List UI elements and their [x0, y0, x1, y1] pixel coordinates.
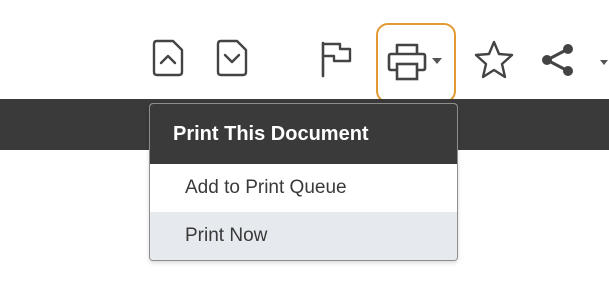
print-dropdown-menu: Print This Document Add to Print Queue P…	[149, 103, 458, 261]
menu-item-add-to-print-queue[interactable]: Add to Print Queue	[150, 164, 457, 212]
next-page-icon[interactable]	[215, 38, 249, 78]
star-icon[interactable]	[472, 38, 516, 82]
chevron-down-icon[interactable]	[431, 56, 443, 66]
flag-icon[interactable]	[318, 39, 354, 79]
chevron-down-icon[interactable]	[599, 57, 609, 67]
menu-header: Print This Document	[150, 104, 457, 164]
share-icon[interactable]	[538, 42, 578, 78]
printer-icon[interactable]	[386, 42, 428, 82]
menu-item-print-now[interactable]: Print Now	[150, 212, 457, 260]
previous-page-icon[interactable]	[151, 38, 185, 78]
document-toolbar	[0, 8, 609, 103]
